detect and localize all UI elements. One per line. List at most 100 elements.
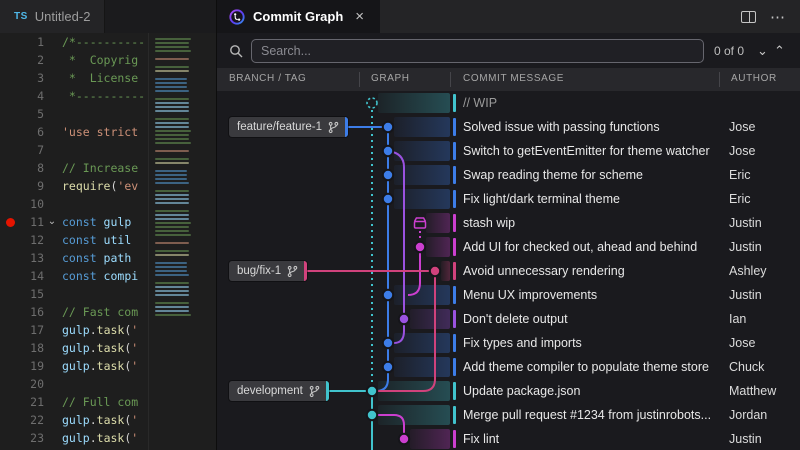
commit-message: Solved issue with passing functions: [463, 115, 715, 139]
minimap-line: [155, 230, 189, 232]
row-color-bar: [453, 94, 456, 112]
graph-row-tint: [378, 381, 450, 401]
minimap-line: [155, 86, 187, 88]
row-color-bar: [453, 166, 456, 184]
commit-row[interactable]: Fix lintJustin: [217, 427, 800, 450]
graph-row-tint: [410, 429, 450, 449]
next-match-icon[interactable]: ⌄: [754, 44, 771, 57]
search-input[interactable]: [251, 39, 704, 63]
commit-row[interactable]: Don't delete outputIan: [217, 307, 800, 331]
minimap-line: [155, 94, 216, 96]
breakpoint-dot[interactable]: [6, 218, 15, 227]
graph-row-tint: [378, 93, 450, 113]
commit-row[interactable]: Add theme compiler to populate theme sto…: [217, 355, 800, 379]
commit-graph-icon: [229, 9, 245, 25]
row-color-bar: [453, 190, 456, 208]
graph-row-tint: [394, 165, 450, 185]
graph-row-tint: [378, 405, 450, 425]
branch-pill-feature-feature-1[interactable]: feature/feature-1: [229, 117, 348, 137]
line-number: 8: [18, 159, 44, 177]
minimap-line: [155, 82, 187, 84]
minimap-line: [155, 186, 216, 188]
commit-message: Fix lint: [463, 427, 715, 450]
git-branch-icon: [286, 265, 299, 278]
code-editor[interactable]: 1/*----------2 * Copyrig3 * License4 *--…: [0, 33, 216, 450]
branch-pill-bug-fix-1[interactable]: bug/fix-1: [229, 261, 307, 281]
split-editor-icon[interactable]: [741, 11, 756, 23]
minimap-line: [155, 238, 216, 240]
minimap-line: [155, 258, 216, 260]
commit-row[interactable]: Menu UX improvementsJustin: [217, 283, 800, 307]
row-color-bar: [453, 406, 456, 424]
minimap[interactable]: [148, 33, 216, 450]
row-color-bar: [453, 286, 456, 304]
line-number: 23: [18, 429, 44, 447]
row-color-bar: [453, 430, 456, 448]
graph-row-tint: [394, 285, 450, 305]
commit-row[interactable]: Fix light/dark terminal themeEric: [217, 187, 800, 211]
graph-row-tint: [426, 237, 450, 257]
line-number: 16: [18, 303, 44, 321]
line-number: 2: [18, 51, 44, 69]
column-header-author[interactable]: AUTHOR: [731, 73, 777, 84]
commit-row[interactable]: Add UI for checked out, ahead and behind…: [217, 235, 800, 259]
fold-chevron-icon[interactable]: ⌄: [44, 213, 60, 231]
branch-accent: [345, 117, 348, 137]
line-number: 5: [18, 105, 44, 123]
minimap-line: [155, 270, 187, 272]
commit-row[interactable]: stash wipJustin: [217, 211, 800, 235]
graph-row-tint: [410, 309, 450, 329]
column-header-commit-message[interactable]: COMMIT MESSAGE: [463, 73, 564, 84]
tab-untitled-2[interactable]: TS Untitled-2: [0, 0, 105, 33]
table-header: BRANCH / TAG GRAPH COMMIT MESSAGE AUTHOR: [217, 68, 800, 91]
close-icon[interactable]: ×: [351, 7, 368, 26]
line-number: 19: [18, 357, 44, 375]
commit-author: Matthew: [729, 379, 776, 403]
commit-author: Jordan: [729, 403, 767, 427]
column-header-branch-tag[interactable]: BRANCH / TAG: [229, 73, 306, 84]
tab-commit-graph[interactable]: Commit Graph ×: [217, 0, 380, 33]
git-branch-icon: [327, 121, 340, 134]
commit-row[interactable]: // WIP: [217, 91, 800, 115]
branch-pill-development[interactable]: development: [229, 381, 329, 401]
minimap-line: [155, 50, 191, 52]
minimap-line: [155, 142, 191, 144]
commit-row[interactable]: Switch to getEventEmitter for theme watc…: [217, 139, 800, 163]
row-color-bar: [453, 238, 456, 256]
commit-row[interactable]: Swap reading theme for schemeEric: [217, 163, 800, 187]
commit-author: Justin: [729, 283, 762, 307]
minimap-line: [155, 162, 189, 164]
minimap-line: [155, 126, 189, 128]
minimap-line: [155, 302, 189, 304]
branch-name: bug/fix-1: [237, 265, 281, 277]
row-color-bar: [453, 334, 456, 352]
line-number: 13: [18, 249, 44, 267]
line-number: 18: [18, 339, 44, 357]
branch-accent: [326, 381, 329, 401]
minimap-line: [155, 46, 189, 48]
column-header-graph[interactable]: GRAPH: [371, 73, 410, 84]
commit-message: Add UI for checked out, ahead and behind: [463, 235, 715, 259]
search-icon: [229, 44, 243, 58]
line-number: 12: [18, 231, 44, 249]
minimap-line: [155, 190, 189, 192]
minimap-line: [155, 214, 189, 216]
minimap-line: [155, 130, 191, 132]
minimap-line: [155, 74, 216, 76]
minimap-line: [155, 58, 189, 60]
minimap-line: [155, 150, 189, 152]
minimap-line: [155, 42, 189, 44]
minimap-line: [155, 114, 216, 116]
line-number: 21: [18, 393, 44, 411]
prev-match-icon[interactable]: ⌃: [771, 44, 788, 57]
branch-name: development: [237, 385, 303, 397]
commit-author: Chuck: [729, 355, 764, 379]
graph-row-tint: [394, 117, 450, 137]
commit-row[interactable]: Fix types and importsJose: [217, 331, 800, 355]
minimap-line: [155, 158, 189, 160]
minimap-line: [155, 306, 189, 308]
commit-message: Switch to getEventEmitter for theme watc…: [463, 139, 715, 163]
commit-row[interactable]: Merge pull request #1234 from justinrobo…: [217, 403, 800, 427]
more-actions-icon[interactable]: ⋯: [770, 8, 786, 26]
minimap-line: [155, 206, 216, 208]
